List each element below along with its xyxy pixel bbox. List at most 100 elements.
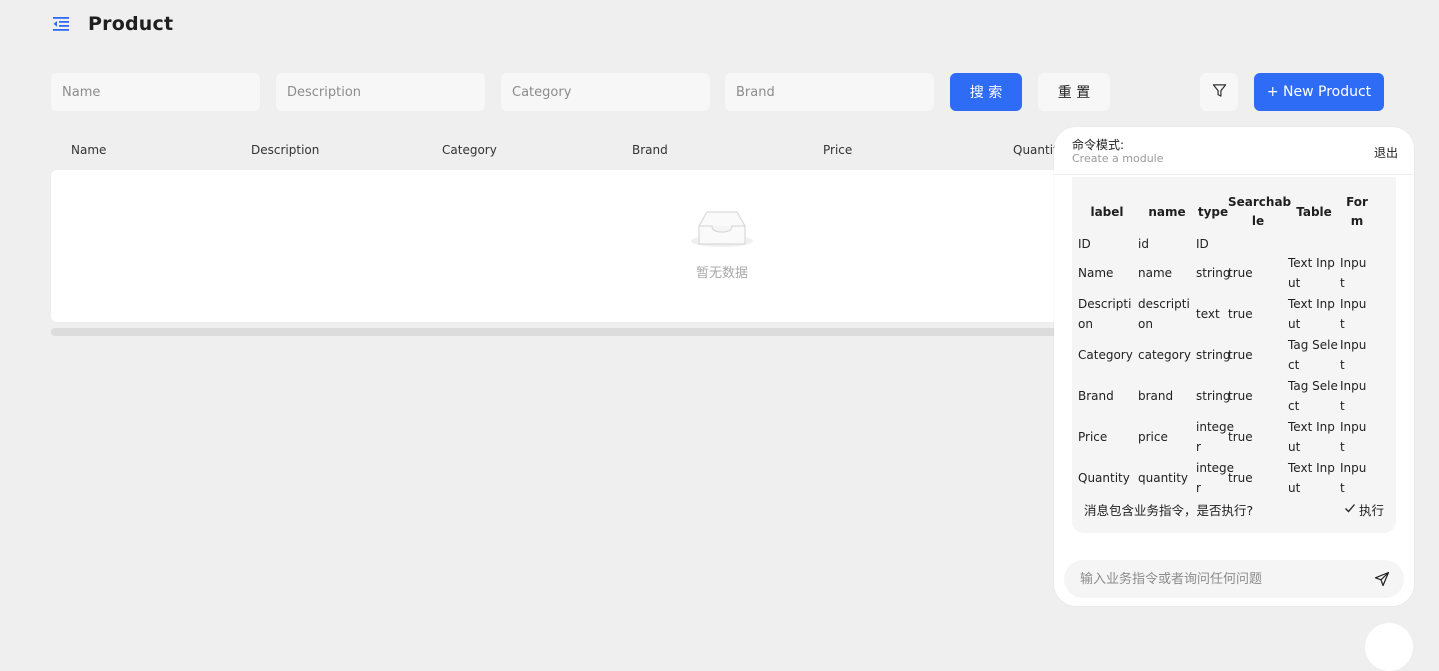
table-cell-line: string	[1196, 266, 1231, 280]
table-cell: true	[1228, 263, 1288, 283]
new-product-button[interactable]: + New Product	[1254, 73, 1384, 111]
table-cell-line: t	[1340, 317, 1345, 331]
table-cell-line: r	[1196, 440, 1201, 454]
description-search-input[interactable]	[276, 73, 485, 111]
reset-button[interactable]: 重 置	[1038, 73, 1110, 111]
filter-icon	[1212, 83, 1227, 102]
table-cell: Text Inp ut	[1288, 458, 1340, 498]
table-cell: string	[1196, 345, 1230, 365]
table-cell-line: t	[1340, 440, 1345, 454]
table-cell-line: ut	[1288, 317, 1301, 331]
table-cell: Text Inp ut	[1288, 417, 1340, 457]
table-cell-line: intege	[1196, 420, 1235, 434]
horizontal-scrollbar[interactable]	[51, 328, 1061, 336]
table-cell-line: ID	[1078, 237, 1091, 251]
table-cell-line: Inpu	[1340, 461, 1367, 475]
table-header-cell-line: le	[1251, 214, 1265, 228]
table-cell: Name	[1078, 263, 1136, 283]
table-cell: text	[1196, 304, 1230, 324]
table-header-cell: Table	[1288, 203, 1340, 222]
table-cell: Tag Sele ct	[1288, 376, 1340, 416]
table-cell: string	[1196, 386, 1230, 406]
table-header-cell-line: For	[1346, 195, 1368, 209]
table-cell-line: t	[1340, 276, 1345, 290]
table-cell-line: t	[1340, 399, 1345, 413]
table-cell-line: quantity	[1138, 471, 1189, 485]
table-cell: Brand	[1078, 386, 1136, 406]
table-cell: Tag Sele ct	[1288, 335, 1340, 375]
table-cell-line: true	[1228, 348, 1253, 362]
table-cell-line: Text Inp	[1288, 461, 1335, 475]
table-cell-line: ct	[1288, 399, 1300, 413]
table-cell: Price	[1078, 427, 1136, 447]
send-icon[interactable]	[1374, 571, 1390, 591]
column-header-price[interactable]: Price	[823, 143, 852, 157]
exit-button[interactable]: 退出	[1374, 144, 1398, 161]
table-cell-line: string	[1196, 389, 1231, 403]
table-cell-line: Text Inp	[1288, 256, 1335, 270]
column-header-category[interactable]: Category	[442, 143, 497, 157]
table-cell-line: Inpu	[1340, 256, 1367, 270]
table-cell-line: r	[1196, 481, 1201, 495]
page-header: Product	[52, 10, 173, 38]
table-cell: intege r	[1196, 458, 1235, 498]
table-cell: Text Inp ut	[1288, 294, 1340, 334]
module-subtitle: Create a module	[1072, 152, 1164, 165]
table-cell-line: Descripti	[1078, 297, 1132, 311]
table-cell-line: Quantity	[1078, 471, 1130, 485]
table-cell: id	[1138, 234, 1196, 254]
chat-input[interactable]	[1064, 560, 1364, 598]
table-cell: Inpu t	[1340, 335, 1374, 375]
table-cell: descripti on	[1138, 294, 1196, 334]
column-header-name[interactable]: Name	[71, 143, 106, 157]
empty-inbox-icon	[690, 208, 754, 254]
menu-fold-icon[interactable]	[52, 15, 70, 33]
table-cell-line: descripti	[1138, 297, 1190, 311]
table-cell-line: Text Inp	[1288, 420, 1335, 434]
table-header: Name Description Category Brand Price Qu…	[51, 140, 1071, 160]
table-header-cell-line: Searchab	[1228, 195, 1292, 209]
table-cell-line: ut	[1288, 440, 1301, 454]
table-header-cell-line: type	[1197, 205, 1229, 219]
column-header-brand[interactable]: Brand	[632, 143, 668, 157]
table-cell: true	[1228, 427, 1288, 447]
assistant-message: label name type Searchab le Table For m ID id ID Na…	[1072, 177, 1396, 533]
table-cell-line: intege	[1196, 461, 1235, 475]
table-header-cell: For m	[1340, 193, 1374, 231]
table-cell: name	[1138, 263, 1196, 283]
table-cell-line: true	[1228, 471, 1253, 485]
table-cell: Quantity	[1078, 468, 1136, 488]
category-search-input[interactable]	[501, 73, 710, 111]
table-cell: Inpu t	[1340, 294, 1374, 334]
table-cell: intege r	[1196, 417, 1235, 457]
table-cell-line: name	[1138, 266, 1173, 280]
execute-button[interactable]: 执行	[1344, 500, 1384, 519]
table-cell: category	[1138, 345, 1196, 365]
table-cell: ID	[1078, 234, 1136, 254]
table-header-cell-line: Table	[1296, 205, 1332, 219]
table-header-cell: label	[1078, 203, 1136, 222]
column-header-quantity[interactable]: Quantit	[1013, 143, 1058, 157]
table-cell-line: Inpu	[1340, 420, 1367, 434]
table-cell-line: Tag Sele	[1288, 338, 1338, 352]
name-search-input[interactable]	[51, 73, 260, 111]
table-header-cell-line: label	[1090, 205, 1124, 219]
table-cell-line: string	[1196, 348, 1231, 362]
table-cell-line: brand	[1138, 389, 1174, 403]
table-cell-line: true	[1228, 430, 1253, 444]
column-header-description[interactable]: Description	[251, 143, 319, 157]
chat-header: 命令模式: Create a module 退出	[1054, 127, 1414, 175]
table-cell-line: ut	[1288, 481, 1301, 495]
table-cell: Descripti on	[1078, 294, 1136, 334]
filter-button[interactable]	[1200, 73, 1238, 111]
floating-assistant-button[interactable]	[1365, 623, 1413, 671]
table-cell-line: Tag Sele	[1288, 379, 1338, 393]
check-icon	[1344, 502, 1359, 517]
chat-input-wrap	[1064, 560, 1404, 598]
brand-search-input[interactable]	[725, 73, 934, 111]
table-cell-line: text	[1196, 307, 1220, 321]
table-cell-line: t	[1340, 358, 1345, 372]
table-cell: true	[1228, 468, 1288, 488]
search-button[interactable]: 搜 索	[950, 73, 1022, 111]
table-cell-line: Name	[1078, 266, 1114, 280]
